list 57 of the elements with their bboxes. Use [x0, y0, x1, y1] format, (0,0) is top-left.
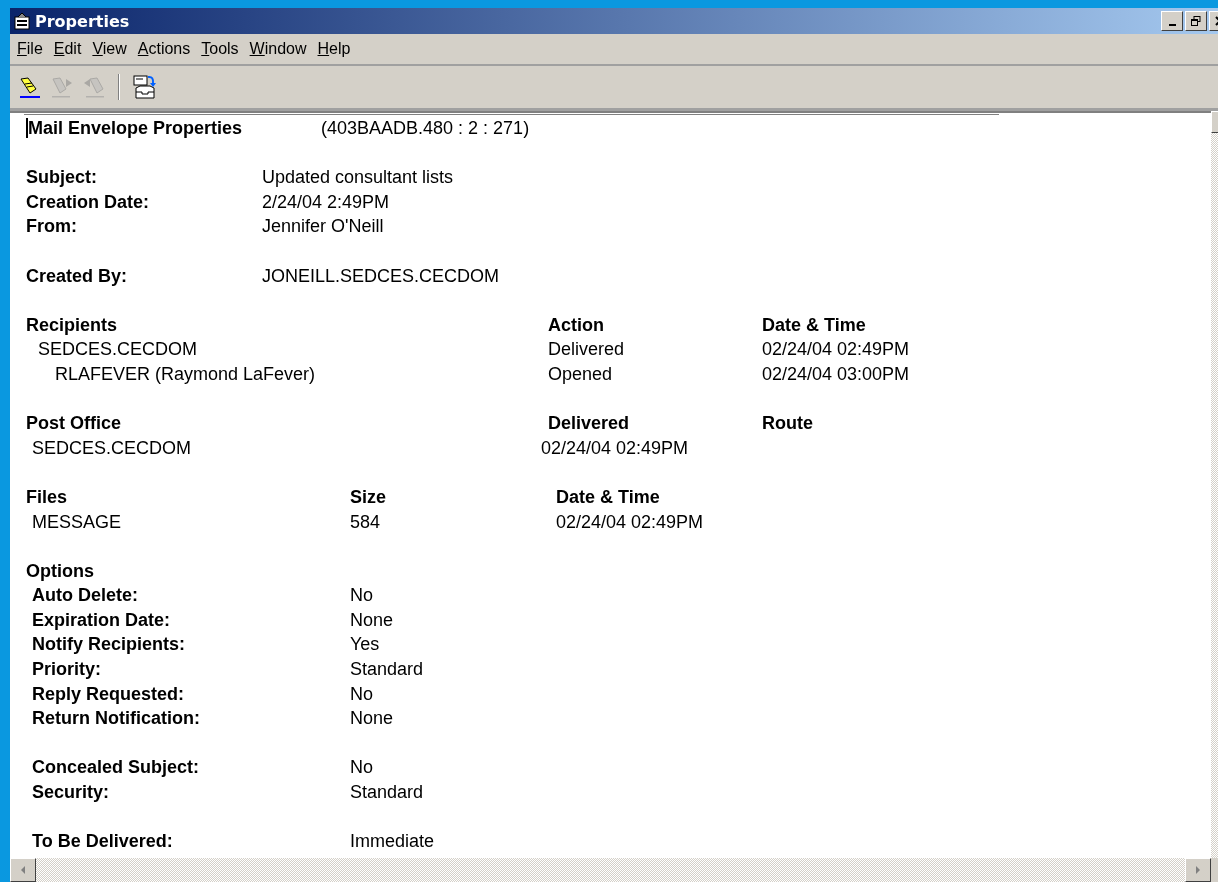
section-heading: Options — [26, 559, 94, 583]
option-label: Priority: — [31, 658, 102, 682]
table-cell-text: 02/24/04 03:00PM — [762, 362, 910, 386]
field-label: Created By: — [26, 264, 129, 288]
menu-item[interactable]: Window — [248, 40, 316, 58]
column-header: Action — [548, 313, 605, 337]
option-label: Concealed Subject: — [31, 756, 201, 780]
field-value: JONEILL.SEDCES.CECDOM — [262, 264, 500, 288]
option-value: No — [350, 756, 373, 780]
field-value: Jennifer O'Neill — [262, 215, 384, 239]
column-header: Delivered — [548, 412, 631, 436]
column-header: Route — [762, 412, 813, 436]
table-cell-text: 584 — [350, 510, 382, 534]
table-cell-text: 02/24/04 02:49PM — [541, 436, 689, 460]
table-cell-text: MESSAGE — [31, 510, 123, 534]
column-header: Recipients — [26, 313, 119, 337]
column-header: Date & Time — [762, 313, 866, 337]
field-value: Updated consultant lists — [262, 166, 454, 190]
option-value: Standard — [350, 658, 424, 682]
column-header: Files — [26, 485, 69, 509]
column-header: Post Office — [26, 412, 123, 436]
field-value: 2/24/04 2:49PM — [262, 190, 390, 214]
column-header: Date & Time — [556, 485, 660, 509]
menu-item[interactable]: Tools — [200, 40, 248, 58]
table-cell-text: 02/24/04 02:49PM — [762, 338, 910, 362]
option-value: No — [350, 584, 373, 608]
field-label: From: — [26, 215, 78, 239]
menu-item[interactable]: File — [16, 40, 52, 58]
table-cell-text: SEDCES.CECDOM — [31, 436, 193, 460]
menu-item[interactable]: Edit — [52, 40, 91, 58]
option-label: Expiration Date: — [31, 608, 172, 632]
option-label: Return Notification: — [31, 707, 201, 731]
option-value: None — [350, 608, 394, 632]
option-label: Reply Requested: — [31, 682, 186, 706]
option-label: Security: — [31, 781, 111, 805]
field-label: Subject: — [26, 166, 98, 190]
option-value: None — [350, 707, 394, 731]
recipient-name: SEDCES.CECDOM — [37, 338, 199, 362]
option-value: No — [350, 682, 373, 706]
option-label: To Be Delivered: — [31, 830, 174, 854]
menu-item[interactable]: Help — [316, 40, 360, 58]
menu-item[interactable]: Actions — [136, 40, 200, 58]
column-header: Size — [350, 485, 388, 509]
option-value: Immediate — [350, 830, 435, 854]
window-title: Properties — [35, 11, 131, 31]
message-id: (403BAADB.480 : 2 : 271) — [321, 117, 530, 140]
document-title: Mail Envelope Properties — [28, 117, 244, 140]
menu-item[interactable]: View — [91, 40, 136, 58]
option-label: Notify Recipients: — [31, 633, 187, 657]
field-label: Creation Date: — [26, 190, 151, 214]
option-value: Yes — [350, 633, 380, 657]
table-cell-text: 02/24/04 02:49PM — [556, 510, 704, 534]
option-label: Auto Delete: — [31, 584, 139, 608]
recipient-name: RLAFEVER (Raymond LaFever) — [54, 362, 317, 386]
table-cell-text: Opened — [548, 362, 614, 386]
option-value: Standard — [350, 781, 424, 805]
table-cell-text: Delivered — [548, 338, 626, 362]
